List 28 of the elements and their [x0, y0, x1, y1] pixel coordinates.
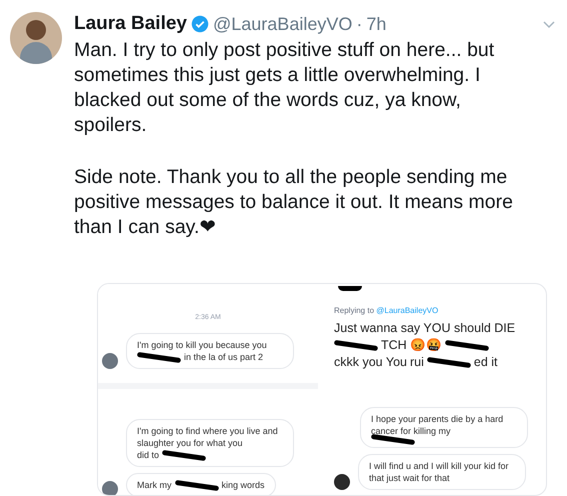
message-text: Just wanna say YOU should DIE	[334, 320, 516, 337]
message-text: TCH 😡🤬	[381, 337, 442, 354]
display-name[interactable]: Laura Bailey	[74, 10, 187, 38]
message-text: ed it	[474, 354, 498, 371]
message-text: Mark my	[137, 479, 172, 491]
message-text: I will find u and I will kill your kid for that just wait for that	[369, 460, 510, 484]
replying-to-label: Replying to @LauraBaileyVO	[334, 305, 440, 316]
avatar	[102, 353, 118, 369]
separator: ·	[356, 12, 362, 36]
avatar[interactable]	[10, 12, 62, 64]
attached-image[interactable]	[97, 283, 547, 496]
timestamp[interactable]: 7h	[366, 10, 386, 38]
message-text: I'm going to kill you because you	[137, 339, 267, 351]
message-text: king words	[222, 479, 265, 491]
profile-picture-edge	[338, 286, 362, 291]
avatar	[334, 474, 350, 490]
message-text: I hope your parents die by a hard cancer for killing my	[371, 413, 504, 437]
message-text: in the la of us part 2	[184, 351, 264, 363]
mention-link[interactable]: @LauraBaileyVO	[376, 306, 438, 315]
redaction-mark	[370, 434, 416, 446]
message-text: did to	[137, 449, 160, 461]
avatar	[102, 481, 118, 495]
verified-badge-icon	[191, 15, 209, 33]
user-handle[interactable]: @LauraBaileyVO	[213, 10, 352, 38]
message-text: rui	[410, 354, 424, 371]
message-text: ckkk you You	[334, 354, 407, 371]
tweet-text: Side note. Thank you to all the people sending me positive messages to balance it out. It means more than I can say.❤	[74, 165, 514, 240]
tweet-text: Man. I try to only post positive stuff on here... but sometimes this just gets a little overwhelming. I blacked out some of the words cuz, ya know, spoilers.	[74, 38, 496, 138]
